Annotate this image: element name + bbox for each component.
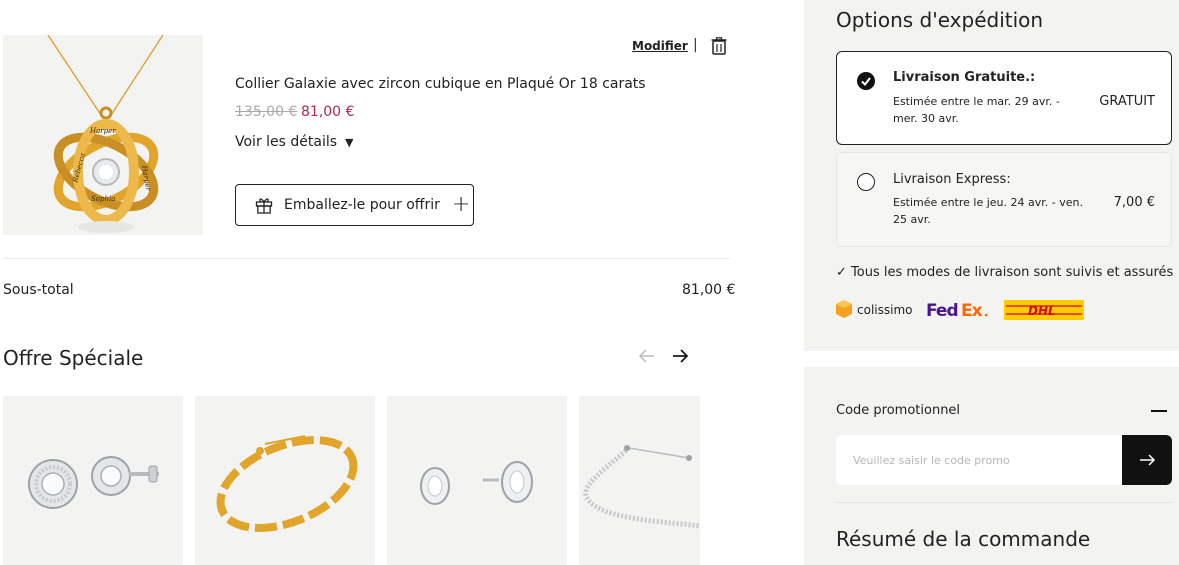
tracked-shipping-note: ✓ Tous les modes de livraison sont suivi… bbox=[836, 265, 1174, 280]
tennis-bracelet-image bbox=[583, 445, 700, 529]
gift-wrap-label: Emballez-le pour offrir bbox=[284, 197, 440, 213]
collapse-minus-icon[interactable] bbox=[1151, 410, 1167, 412]
product-image[interactable]: Harper Rebecca Sophia Harper bbox=[3, 35, 203, 235]
offer-card-tennis-bracelet[interactable] bbox=[579, 396, 700, 565]
divider bbox=[836, 502, 1172, 503]
radio-checked-icon[interactable] bbox=[857, 72, 875, 90]
gold-chain-bracelet-image bbox=[216, 435, 358, 532]
shipping-option-express[interactable]: Livraison Express: Estimée entre le jeu.… bbox=[836, 152, 1172, 247]
shipping-option-free-name: Livraison Gratuite.: bbox=[893, 70, 1036, 85]
product-title[interactable]: Collier Galaxie avec zircon cubique en P… bbox=[235, 76, 646, 92]
gift-icon bbox=[255, 198, 273, 214]
divider bbox=[3, 258, 730, 259]
arrow-right-icon bbox=[1140, 454, 1156, 466]
promo-submit-button[interactable] bbox=[1122, 435, 1172, 485]
shipping-option-express-estimate: Estimée entre le jeu. 24 avr. - ven. 25 … bbox=[893, 196, 1083, 226]
subtotal-label: Sous-total bbox=[3, 282, 74, 298]
shipping-option-free-price: GRATUIT bbox=[1099, 94, 1155, 109]
sale-price: 81,00 € bbox=[301, 104, 355, 120]
fedex-fed-text: Fed bbox=[926, 301, 958, 321]
subtotal-value: 81,00 € bbox=[682, 282, 736, 298]
dhl-text: DHL bbox=[1028, 304, 1056, 318]
trash-icon[interactable] bbox=[711, 37, 727, 55]
gift-wrap-button[interactable]: Emballez-le pour offrir + bbox=[235, 184, 474, 226]
colissimo-text: colissimo bbox=[857, 303, 912, 317]
engraving-3: Sophia bbox=[91, 195, 115, 203]
fedex-ex-text: Ex bbox=[961, 301, 983, 321]
oval-stud-earrings-image bbox=[420, 461, 533, 505]
offer-card-bracelet-gold[interactable] bbox=[195, 396, 375, 565]
arrow-left-icon[interactable] bbox=[638, 348, 656, 364]
caret-down-icon: ▼ bbox=[345, 136, 354, 149]
modify-link[interactable]: Modifier bbox=[632, 39, 688, 53]
promo-code-input[interactable] bbox=[836, 435, 1123, 485]
necklace-image: Harper Rebecca Sophia Harper bbox=[47, 35, 164, 233]
halo-earrings-image bbox=[28, 456, 159, 509]
order-summary-title: Résumé de la commande bbox=[836, 527, 1091, 551]
shipping-option-free[interactable]: Livraison Gratuite.: Estimée entre le ma… bbox=[836, 51, 1172, 145]
colissimo-logo: colissimo bbox=[836, 300, 912, 318]
engraving-1: Harper bbox=[89, 127, 116, 135]
shipping-option-express-price: 7,00 € bbox=[1113, 195, 1155, 210]
fedex-logo: Fed Ex bbox=[926, 301, 988, 321]
shipping-title: Options d'expédition bbox=[836, 8, 1044, 32]
special-offer-title: Offre Spéciale bbox=[3, 346, 144, 370]
view-details-toggle[interactable]: Voir les détails ▼ bbox=[235, 134, 354, 150]
original-price: 135,00 € bbox=[235, 104, 298, 120]
shipping-option-express-name: Livraison Express: bbox=[893, 172, 1011, 187]
view-details-label: Voir les détails bbox=[235, 134, 338, 150]
offer-card-earrings-halo[interactable] bbox=[3, 396, 183, 565]
carrier-logos: colissimo Fed Ex DHL bbox=[836, 298, 1096, 322]
dhl-logo: DHL bbox=[1004, 300, 1084, 320]
arrow-right-icon[interactable] bbox=[671, 348, 689, 364]
shipping-option-free-estimate: Estimée entre le mar. 29 avr. - mer. 30 … bbox=[893, 95, 1060, 125]
radio-unchecked-icon[interactable] bbox=[857, 173, 875, 191]
carrier-logos-svg: colissimo Fed Ex DHL bbox=[836, 300, 1084, 321]
plus-icon: + bbox=[451, 192, 471, 217]
action-separator: | bbox=[693, 37, 698, 53]
offer-card-earrings-oval[interactable] bbox=[387, 396, 567, 565]
promo-code-label: Code promotionnel bbox=[836, 403, 961, 418]
